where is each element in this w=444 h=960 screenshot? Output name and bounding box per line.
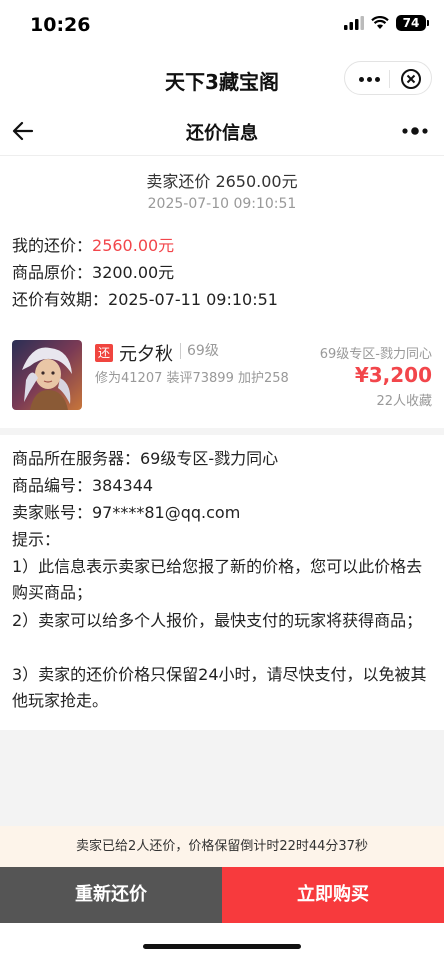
- seller-offer-time: 2025-07-10 09:10:51: [147, 196, 297, 212]
- character-portrait-image: [12, 340, 82, 410]
- my-offer-label: 我的还价：: [12, 236, 93, 255]
- product-card[interactable]: 还 元夕秋 69级 修为41207 装评73899 加护258 69级专区-戮力…: [0, 330, 444, 426]
- my-offer-row: 我的还价：2560.00元: [12, 232, 174, 256]
- my-offer-value: 2560.00元: [92, 236, 175, 255]
- tips-title: 提示：: [12, 530, 61, 549]
- home-indicator: [143, 944, 301, 949]
- tip-3: 3）卖家的还价价格只保留24小时，请尽快支付，以免被其他玩家抢走。: [12, 665, 427, 710]
- countdown-notice: 卖家已给2人还价，价格保留倒计时22时44分37秒: [0, 826, 444, 867]
- reoffer-button[interactable]: 重新还价: [0, 867, 222, 923]
- product-price: ¥3,200: [354, 363, 432, 387]
- original-price-row: 商品原价：3200.00元: [12, 259, 174, 283]
- section-divider: [0, 428, 444, 435]
- tip-2: 2）卖家可以给多个人报价，最快支付的玩家将获得商品；: [12, 611, 423, 630]
- capsule-menu: [344, 61, 432, 95]
- buy-now-button[interactable]: 立即购买: [222, 867, 444, 923]
- item-number-detail: 商品编号：384344: [12, 476, 154, 495]
- page-title: 还价信息: [186, 123, 258, 144]
- offer-validity-value: 2025-07-11 09:10:51: [108, 290, 278, 309]
- offer-validity-row: 还价有效期：2025-07-11 09:10:51: [12, 286, 278, 310]
- offer-validity-label: 还价有效期：: [12, 290, 109, 309]
- app-header: 天下3藏宝阁: [0, 52, 444, 106]
- seller-offer-title: 卖家还价 2650.00元: [146, 172, 298, 191]
- status-time: 10:26: [30, 14, 91, 36]
- more-options-icon[interactable]: [400, 122, 430, 140]
- more-icon[interactable]: [357, 69, 383, 89]
- close-icon[interactable]: [400, 68, 422, 90]
- product-favorites: 22人收藏: [376, 394, 432, 409]
- battery-icon: 74: [396, 15, 429, 31]
- capsule-divider: [389, 70, 390, 88]
- seller-account-detail: 卖家账号：97****81@qq.com: [12, 503, 241, 522]
- tip-1: 1）此信息表示卖家已给您报了新的价格，您可以此价格去购买商品；: [12, 557, 423, 602]
- product-server: 69级专区-戮力同心: [319, 347, 432, 362]
- product-level: 69级: [180, 343, 219, 359]
- nav-bar: 还价信息: [0, 106, 444, 156]
- product-stats: 修为41207 装评73899 加护258: [95, 371, 289, 386]
- counteroffer-tag: 还: [95, 344, 113, 362]
- signal-icon: [344, 16, 364, 30]
- status-bar: 10:26 74: [0, 0, 444, 52]
- product-thumbnail: [12, 340, 82, 410]
- wifi-icon: [371, 16, 389, 29]
- original-price-label: 商品原价：: [12, 263, 93, 282]
- product-name: 元夕秋: [119, 344, 173, 365]
- status-icons: 74: [344, 15, 429, 31]
- original-price-value: 3200.00元: [92, 263, 175, 282]
- empty-area: [0, 730, 444, 826]
- server-detail: 商品所在服务器：69级专区-戮力同心: [12, 449, 279, 468]
